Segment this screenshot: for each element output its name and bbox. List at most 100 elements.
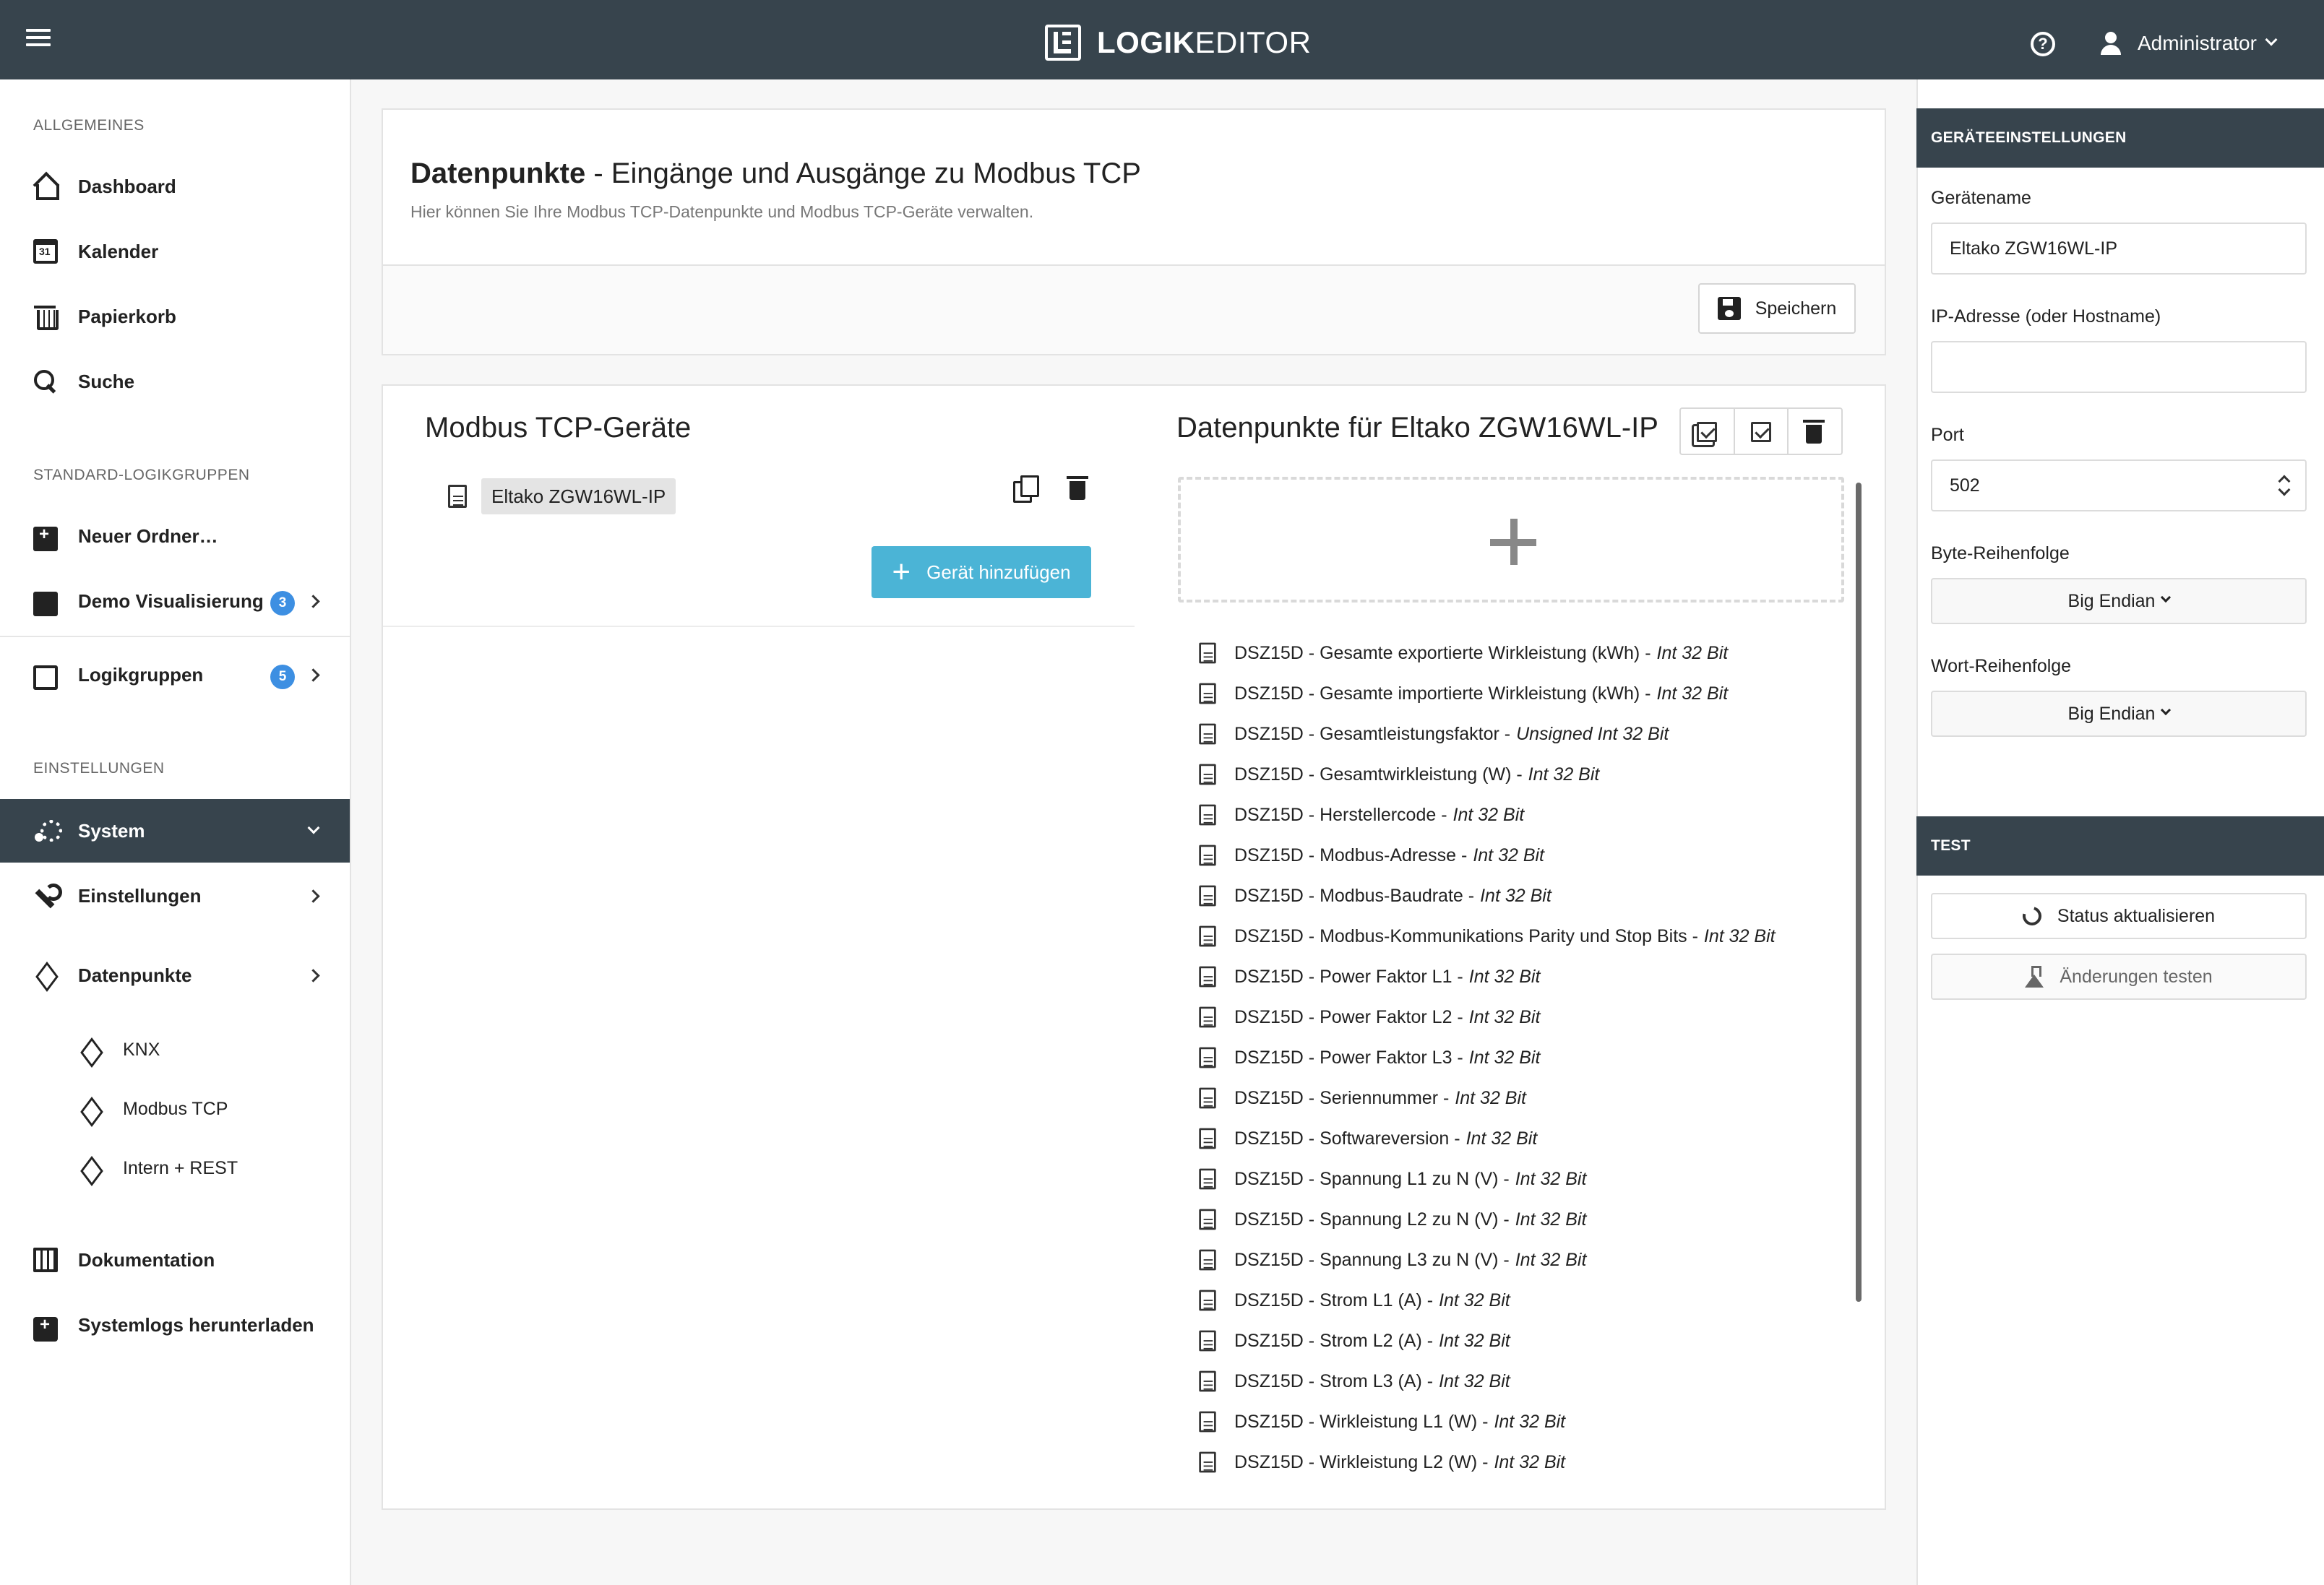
word-order-select[interactable]: Big Endian [1931,691,2307,737]
datapoint-item[interactable]: DSZ15D - Gesamte importierte Wirkleistun… [1198,673,1849,714]
delete-icon[interactable] [1064,474,1093,503]
home-icon [33,174,59,200]
datapoint-item[interactable]: DSZ15D - Modbus-Adresse - Int 32 Bit [1198,835,1849,876]
ip-address-field[interactable] [1931,341,2307,393]
menu-icon[interactable] [26,29,51,51]
datapoint-item[interactable]: DSZ15D - Gesamtleistungsfaktor - Unsigned… [1198,714,1849,754]
device-name-field[interactable]: Eltako ZGW16WL-IP [1931,223,2307,275]
datapoint-item[interactable]: DSZ15D - Softwareversion - Int 32 Bit [1198,1118,1849,1159]
byte-order-value: Big Endian [2067,590,2156,611]
datapoint-item[interactable]: DSZ15D - Herstellercode - Int 32 Bit [1198,795,1849,835]
datapoint-name: DSZ15D - Strom L2 (A) - [1234,1330,1434,1351]
sidebar-item-demo[interactable]: Demo Visualisierung 3 [0,569,350,633]
datapoint-name: DSZ15D - Modbus-Kommunikations Parity un… [1234,925,1698,946]
sidebar-item-trash[interactable]: Papierkorb [0,285,350,348]
test-label: Änderungen testen [2060,966,2213,987]
save-button[interactable]: Speichern [1698,283,1856,334]
sidebar-item-docs[interactable]: Dokumentation [0,1228,350,1292]
folder-open-icon [33,665,58,690]
sidebar-item-label: Neuer Ordner… [78,524,218,547]
sidebar-item-datapoints[interactable]: Datenpunkte [0,943,350,1007]
datapoint-name: DSZ15D - Power Faktor L2 - [1234,1006,1463,1027]
datapoint-type: Int 32 Bit [1528,764,1600,785]
stepper-icon[interactable] [2278,474,2289,497]
datapoint-item[interactable]: DSZ15D - Strom L2 (A) - Int 32 Bit [1198,1321,1849,1361]
cube-icon [78,1039,100,1061]
datapoint-name: DSZ15D - Power Faktor L1 - [1234,966,1463,987]
datapoint-item[interactable]: DSZ15D - Power Faktor L3 - Int 32 Bit [1198,1037,1849,1078]
datapoint-item[interactable]: DSZ15D - Modbus-Baudrate - Int 32 Bit [1198,876,1849,916]
datapoint-item[interactable]: DSZ15D - Power Faktor L1 - Int 32 Bit [1198,956,1849,997]
port-value: 502 [1950,475,1980,496]
datapoint-name: DSZ15D - Herstellercode - [1234,804,1447,825]
select-all-button[interactable] [1681,409,1735,454]
file-icon [1199,1330,1216,1352]
datapoint-list: DSZ15D - Gesamte exportierte Wirkleistun… [1198,633,1849,1482]
add-datapoint-dropzone[interactable] [1178,477,1844,603]
datapoint-item[interactable]: DSZ15D - Power Faktor L2 - Int 32 Bit [1198,997,1849,1037]
datapoint-item[interactable]: DSZ15D - Modbus-Kommunikations Parity un… [1198,916,1849,956]
sidebar-subitem-intern[interactable]: Intern + REST [78,1150,238,1186]
datapoint-item[interactable]: DSZ15D - Seriennummer - Int 32 Bit [1198,1078,1849,1118]
sidebar-item-calendar[interactable]: Kalender [0,220,350,283]
datapoint-type: Int 32 Bit [1515,1168,1587,1189]
datapoint-item[interactable]: DSZ15D - Spannung L3 zu N (V) - Int 32 Bi… [1198,1240,1849,1280]
datapoint-item[interactable]: DSZ15D - Wirkleistung L2 (W) - Int 32 Bit [1198,1442,1849,1482]
brand-rest: EDITOR [1195,25,1312,59]
sidebar-item-system[interactable]: System [0,799,350,863]
datapoint-name: DSZ15D - Strom L3 (A) - [1234,1370,1434,1391]
device-item[interactable]: Eltako ZGW16WL-IP [448,478,676,514]
sidebar-item-settings[interactable]: Einstellungen [0,864,350,928]
file-icon [448,485,467,508]
brand: LOGIKEDITOR [1045,25,1311,61]
datapoint-type: Int 32 Bit [1656,683,1729,704]
sidebar-item-new-folder[interactable]: Neuer Ordner… [0,504,350,568]
add-device-button[interactable]: + Gerät hinzufügen [872,546,1091,598]
datapoint-type: Int 32 Bit [1468,1006,1541,1027]
delete-icon [1800,418,1829,446]
file-icon [1199,1290,1216,1311]
copy-icon[interactable] [1012,474,1041,503]
sidebar-item-logs[interactable]: Systemlogs herunterladen [0,1293,350,1357]
file-icon [1199,683,1216,704]
datapoint-item[interactable]: DSZ15D - Gesamte exportierte Wirkleistun… [1198,633,1849,673]
trash-icon [33,304,59,330]
sidebar-item-label: Datenpunkte [78,964,192,986]
datapoint-name: DSZ15D - Spannung L2 zu N (V) - [1234,1209,1510,1230]
help-icon[interactable]: ? [2031,32,2055,56]
port-field[interactable]: 502 [1931,459,2307,511]
datapoint-name: DSZ15D - Modbus-Baudrate - [1234,885,1475,906]
datapoint-type: Int 32 Bit [1468,1047,1541,1068]
device-name: Eltako ZGW16WL-IP [481,478,676,514]
file-icon [1199,1209,1216,1230]
datapoint-item[interactable]: DSZ15D - Strom L1 (A) - Int 32 Bit [1198,1280,1849,1321]
chevron-right-icon [306,595,320,608]
sidebar-item-logic-groups[interactable]: Logikgruppen 5 [0,643,350,707]
datapoint-item[interactable]: DSZ15D - Spannung L1 zu N (V) - Int 32 Bi… [1198,1159,1849,1199]
delete-datapoints-button[interactable] [1789,409,1841,454]
sidebar-item-label: Demo Visualisierung [78,589,264,612]
datapoint-item[interactable]: DSZ15D - Strom L3 (A) - Int 32 Bit [1198,1361,1849,1402]
save-label: Speichern [1755,298,1837,319]
divider [0,636,350,637]
byte-order-select[interactable]: Big Endian [1931,578,2307,624]
sidebar-subitem-knx[interactable]: KNX [78,1032,160,1068]
sidebar: ALLGEMEINES Dashboard Kalender Papierkor… [0,79,351,1585]
sidebar-item-dashboard[interactable]: Dashboard [0,155,350,218]
scrollbar[interactable] [1856,483,1862,1302]
sidebar-item-search[interactable]: Suche [0,350,350,413]
datapoint-item[interactable]: DSZ15D - Gesamtwirkleistung (W) - Int 32 … [1198,754,1849,795]
cube-icon [78,1098,100,1120]
select-button[interactable] [1735,409,1789,454]
datapoint-type: Int 32 Bit [1480,885,1552,906]
chevron-down-icon [307,821,320,834]
test-changes-button[interactable]: Änderungen testen [1931,954,2307,1000]
search-icon [33,369,58,394]
datapoint-item[interactable]: DSZ15D - Wirkleistung L1 (W) - Int 32 Bit [1198,1402,1849,1442]
user-menu[interactable]: Administrator [2100,32,2278,55]
cube-icon [78,1157,100,1179]
brand-bold: LOGIK [1097,25,1195,59]
datapoint-item[interactable]: DSZ15D - Spannung L2 zu N (V) - Int 32 Bi… [1198,1199,1849,1240]
sidebar-subitem-modbus[interactable]: Modbus TCP [78,1091,228,1127]
refresh-status-button[interactable]: Status aktualisieren [1931,893,2307,939]
